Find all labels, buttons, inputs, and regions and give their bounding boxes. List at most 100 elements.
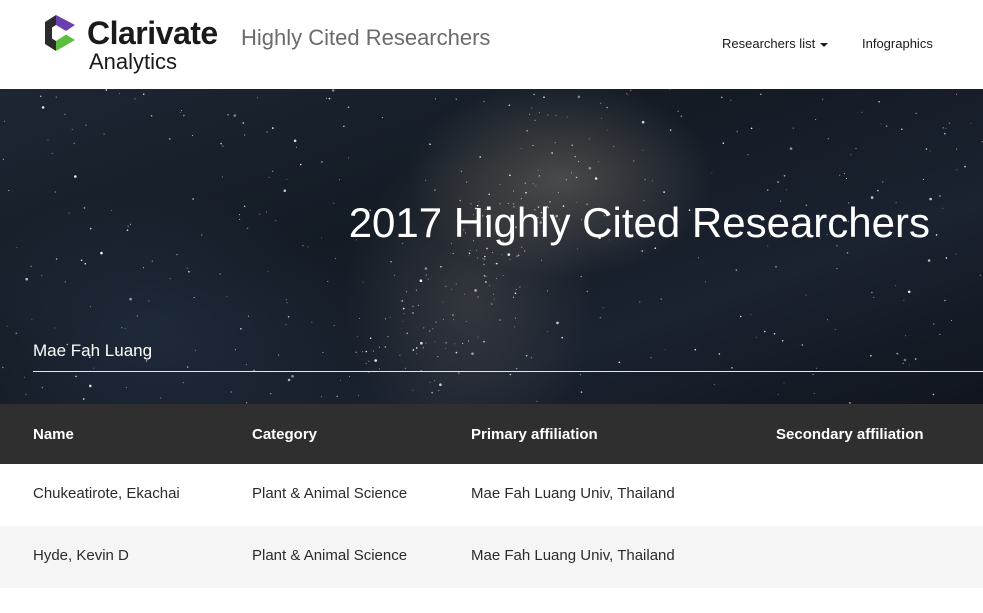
star <box>955 148 957 150</box>
star <box>442 318 444 320</box>
star <box>103 133 105 135</box>
star <box>89 384 92 388</box>
star <box>2 158 4 160</box>
star <box>296 146 297 148</box>
star <box>514 326 516 328</box>
table-row[interactable]: Hyde, Kevin D Plant & Animal Science Mae… <box>0 526 983 588</box>
nav-infographics[interactable]: Infographics <box>862 36 933 52</box>
hero-banner: 2017 Highly Cited Researchers Mae Fah Lu… <box>0 89 983 404</box>
site-title[interactable]: Highly Cited Researchers <box>241 24 490 52</box>
table-header: Name Category Primary affiliation Second… <box>0 404 983 464</box>
star <box>747 154 749 156</box>
star <box>517 253 519 255</box>
star <box>529 113 531 115</box>
star <box>239 218 241 220</box>
star <box>125 387 127 388</box>
search-input[interactable]: Mae Fah Luang <box>33 340 152 362</box>
star <box>483 100 485 103</box>
star <box>669 89 671 90</box>
star <box>434 341 436 343</box>
star <box>479 156 482 158</box>
clarivate-logo[interactable]: Clarivate Analytics <box>42 14 232 76</box>
star <box>880 123 882 125</box>
star <box>299 163 302 166</box>
star <box>781 340 784 342</box>
brand-subtitle: Analytics <box>89 49 178 74</box>
star <box>499 184 501 185</box>
site-header: Clarivate Analytics Highly Cited Researc… <box>0 0 983 89</box>
star <box>31 318 33 320</box>
star <box>291 375 294 378</box>
star <box>639 301 641 303</box>
star <box>731 367 733 369</box>
star <box>188 270 190 273</box>
star <box>877 189 879 192</box>
star <box>495 277 497 279</box>
star <box>834 329 836 330</box>
star <box>697 257 699 259</box>
star <box>499 319 501 321</box>
star <box>25 277 29 281</box>
table-row[interactable]: Chukeatirote, Ekachai Plant & Animal Sci… <box>0 464 983 526</box>
star <box>83 207 86 209</box>
nav-researchers-list[interactable]: Researchers list <box>722 36 829 52</box>
star <box>220 142 222 145</box>
star <box>68 212 70 214</box>
star <box>554 142 556 144</box>
star <box>417 304 419 306</box>
star <box>477 336 479 338</box>
column-header-secondary-affiliation[interactable]: Secondary affiliation <box>776 426 924 444</box>
star <box>626 92 627 94</box>
star <box>476 249 478 251</box>
star <box>379 346 380 348</box>
star <box>599 316 602 319</box>
brand-name: Clarivate <box>87 15 218 51</box>
column-header-name[interactable]: Name <box>33 426 74 444</box>
star <box>565 179 567 181</box>
star <box>525 191 527 194</box>
star <box>25 393 27 395</box>
star <box>606 106 608 109</box>
star <box>594 177 598 180</box>
star <box>402 307 405 310</box>
star <box>532 183 534 185</box>
star <box>520 147 522 149</box>
star <box>105 89 108 91</box>
star <box>571 144 573 146</box>
star <box>764 330 766 333</box>
star <box>429 381 431 383</box>
star <box>945 127 947 129</box>
star <box>24 376 26 378</box>
star <box>536 400 538 402</box>
star <box>245 364 247 365</box>
star <box>677 110 679 112</box>
star <box>257 97 258 99</box>
column-header-category[interactable]: Category <box>252 426 317 444</box>
star <box>440 265 442 268</box>
star <box>490 303 493 305</box>
star <box>633 160 635 162</box>
star <box>201 234 203 236</box>
star <box>423 327 425 329</box>
star <box>518 254 520 257</box>
cell-category: Plant & Animal Science <box>252 547 408 564</box>
star <box>415 347 418 349</box>
star <box>435 321 437 323</box>
star <box>903 358 907 362</box>
star <box>431 391 433 394</box>
star <box>873 296 875 298</box>
star <box>287 316 290 318</box>
column-header-primary-affiliation[interactable]: Primary affiliation <box>471 426 598 444</box>
star <box>519 286 521 288</box>
star <box>55 258 58 260</box>
star <box>483 263 485 266</box>
star <box>722 142 725 144</box>
star <box>126 229 129 231</box>
star <box>532 144 534 146</box>
star <box>230 391 232 393</box>
star <box>815 367 817 369</box>
star <box>925 148 928 150</box>
star <box>151 260 154 262</box>
star <box>878 100 880 103</box>
star <box>267 271 269 273</box>
